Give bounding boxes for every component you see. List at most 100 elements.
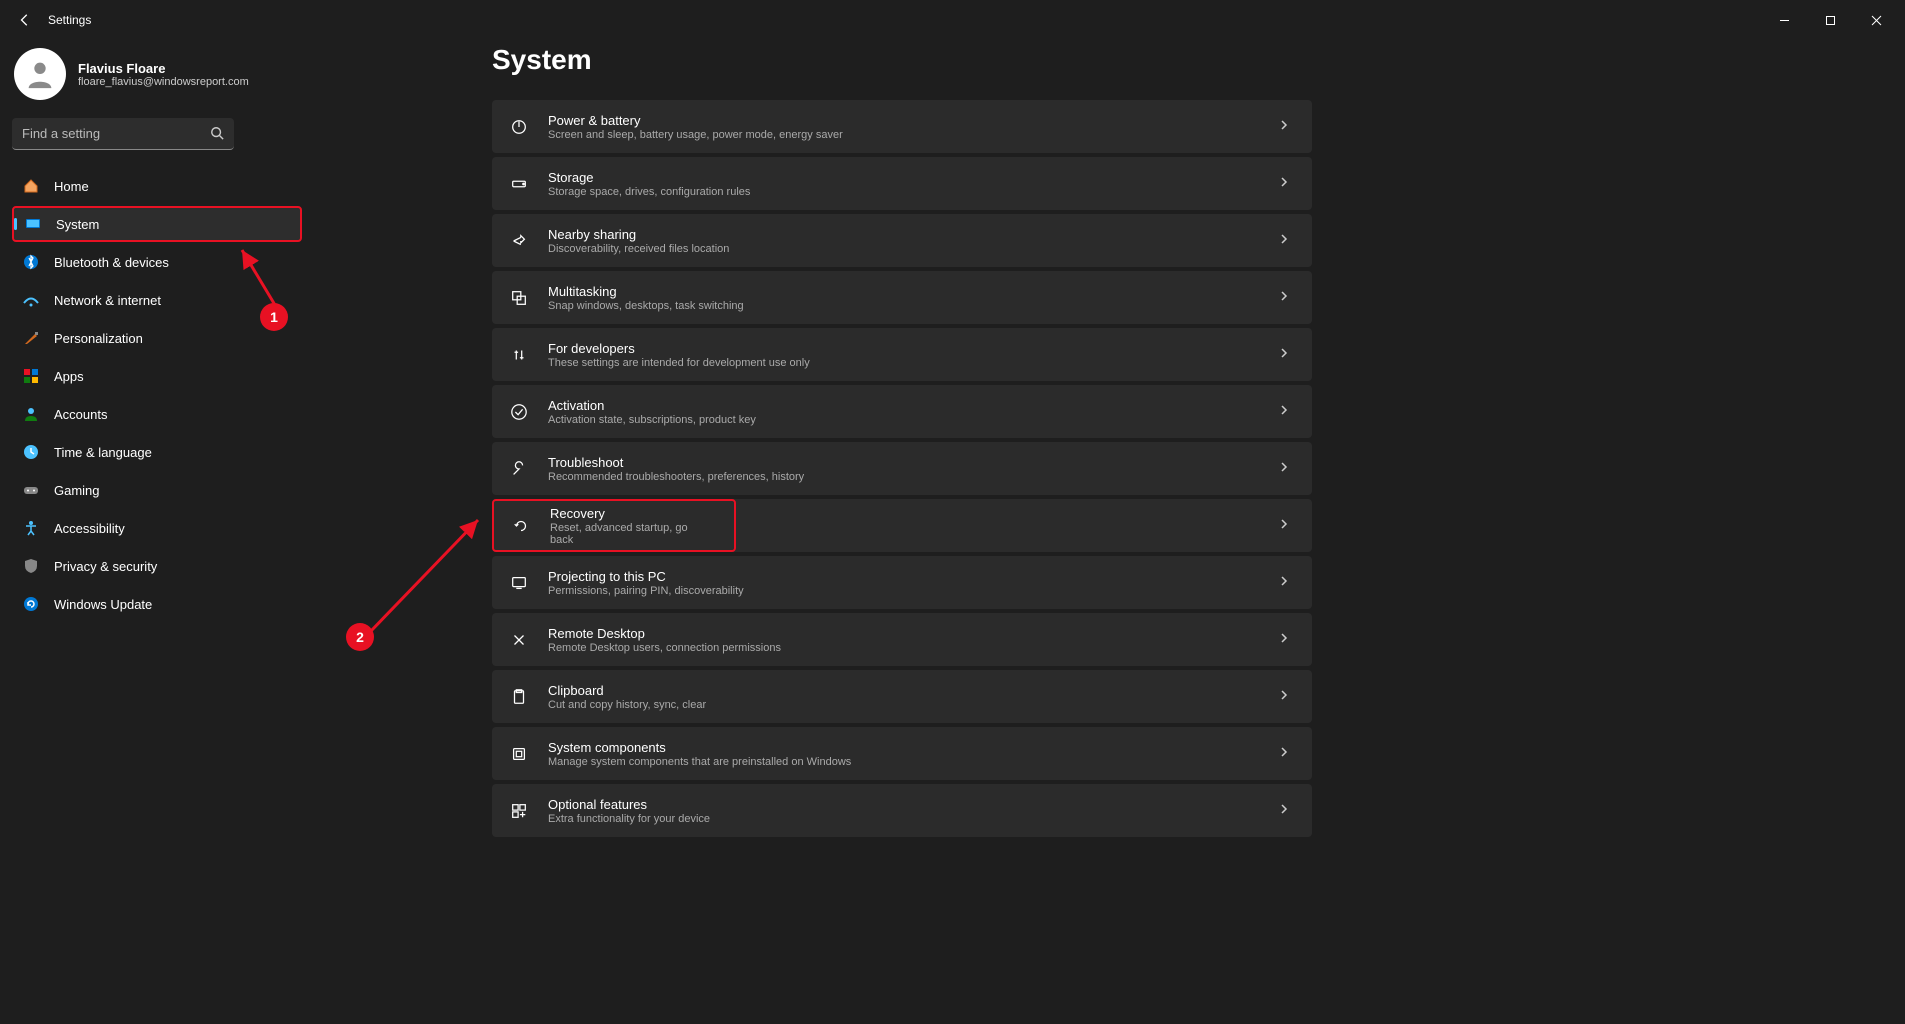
card-title: For developers [548,341,1278,356]
card-subtitle: These settings are intended for developm… [548,357,1278,369]
sidebar-item-label: Gaming [54,483,100,498]
card-title: Multitasking [548,284,1278,299]
card-title: Storage [548,170,1278,185]
sidebar-item-label: Bluetooth & devices [54,255,169,270]
card-title: System components [548,740,1278,755]
sidebar-item-accessibility[interactable]: Accessibility [12,510,302,546]
card-subtitle: Snap windows, desktops, task switching [548,300,1278,312]
features-icon [508,800,530,822]
sidebar-item-label: Network & internet [54,293,161,308]
card-check[interactable]: ActivationActivation state, subscription… [492,385,1312,438]
card-title: Optional features [548,797,1278,812]
card-clipboard[interactable]: ClipboardCut and copy history, sync, cle… [492,670,1312,723]
sidebar-item-label: Privacy & security [54,559,157,574]
sidebar-item-label: Apps [54,369,84,384]
card-subtitle: Reset, advanced startup, go back [550,522,712,546]
sidebar-item-time[interactable]: Time & language [12,434,302,470]
profile-name: Flavius Floare [78,61,249,76]
chevron-right-icon [1278,802,1290,820]
bluetooth-icon [22,253,40,271]
check-icon [508,401,530,423]
search-input[interactable] [12,118,234,150]
sidebar-item-label: Windows Update [54,597,152,612]
gaming-icon [22,481,40,499]
chevron-right-icon [1278,631,1290,649]
card-subtitle: Storage space, drives, configuration rul… [548,186,1278,198]
dev-icon [508,344,530,366]
card-features[interactable]: Optional featuresExtra functionality for… [492,784,1312,837]
sidebar-item-label: Home [54,179,89,194]
sidebar-item-system[interactable]: System [12,206,302,242]
card-dev[interactable]: For developersThese settings are intende… [492,328,1312,381]
card-wrench[interactable]: TroubleshootRecommended troubleshooters,… [492,442,1312,495]
card-title: Clipboard [548,683,1278,698]
back-button[interactable] [6,1,44,39]
apps-icon [22,367,40,385]
window-title: Settings [48,13,91,27]
sidebar-item-label: Accessibility [54,521,125,536]
card-share[interactable]: Nearby sharingDiscoverability, received … [492,214,1312,267]
card-subtitle: Cut and copy history, sync, clear [548,699,1278,711]
maximize-button[interactable] [1807,4,1853,36]
accounts-icon [22,405,40,423]
storage-icon [508,173,530,195]
page-title: System [492,44,1312,76]
card-title: Projecting to this PC [548,569,1278,584]
sidebar-item-apps[interactable]: Apps [12,358,302,394]
components-icon [508,743,530,765]
chevron-right-icon [1278,574,1290,592]
card-title: Activation [548,398,1278,413]
accessibility-icon [22,519,40,537]
chevron-right-icon [1278,232,1290,250]
personalization-icon [22,329,40,347]
sidebar-item-label: System [56,217,99,232]
card-components[interactable]: System componentsManage system component… [492,727,1312,780]
sidebar-item-accounts[interactable]: Accounts [12,396,302,432]
card-subtitle: Extra functionality for your device [548,813,1278,825]
sidebar-item-label: Personalization [54,331,143,346]
sidebar-item-privacy[interactable]: Privacy & security [12,548,302,584]
sidebar-item-home[interactable]: Home [12,168,302,204]
card-recovery[interactable]: RecoveryReset, advanced startup, go back [492,499,736,552]
card-power[interactable]: Power & batteryScreen and sleep, battery… [492,100,1312,153]
card-title: Nearby sharing [548,227,1278,242]
sidebar-item-gaming[interactable]: Gaming [12,472,302,508]
sidebar-item-personalization[interactable]: Personalization [12,320,302,356]
card-storage[interactable]: StorageStorage space, drives, configurat… [492,157,1312,210]
time-icon [22,443,40,461]
share-icon [508,230,530,252]
project-icon [508,572,530,594]
avatar [14,48,66,100]
sidebar-item-bluetooth[interactable]: Bluetooth & devices [12,244,302,280]
card-title: Remote Desktop [548,626,1278,641]
power-icon [508,116,530,138]
chevron-right-icon [1278,289,1290,307]
sidebar-item-update[interactable]: Windows Update [12,586,302,622]
card-subtitle: Discoverability, received files location [548,243,1278,255]
card-title: Troubleshoot [548,455,1278,470]
annotation-marker-1: 1 [260,303,288,331]
chevron-right-icon [1278,460,1290,478]
chevron-right-icon [1278,175,1290,193]
minimize-button[interactable] [1761,4,1807,36]
card-subtitle: Screen and sleep, battery usage, power m… [548,129,1278,141]
home-icon [22,177,40,195]
sidebar: Flavius Floare floare_flavius@windowsrep… [12,40,302,837]
sidebar-item-network[interactable]: Network & internet [12,282,302,318]
profile[interactable]: Flavius Floare floare_flavius@windowsrep… [12,44,302,118]
card-project[interactable]: Projecting to this PCPermissions, pairin… [492,556,1312,609]
clipboard-icon [508,686,530,708]
card-subtitle: Permissions, pairing PIN, discoverabilit… [548,585,1278,597]
card-multitask[interactable]: MultitaskingSnap windows, desktops, task… [492,271,1312,324]
multitask-icon [508,287,530,309]
privacy-icon [22,557,40,575]
chevron-right-icon [1278,118,1290,136]
profile-email: floare_flavius@windowsreport.com [78,76,249,88]
sidebar-item-label: Accounts [54,407,107,422]
card-remote[interactable]: Remote DesktopRemote Desktop users, conn… [492,613,1312,666]
update-icon [22,595,40,613]
close-button[interactable] [1853,4,1899,36]
wrench-icon [508,458,530,480]
search-icon [210,126,224,145]
remote-icon [508,629,530,651]
